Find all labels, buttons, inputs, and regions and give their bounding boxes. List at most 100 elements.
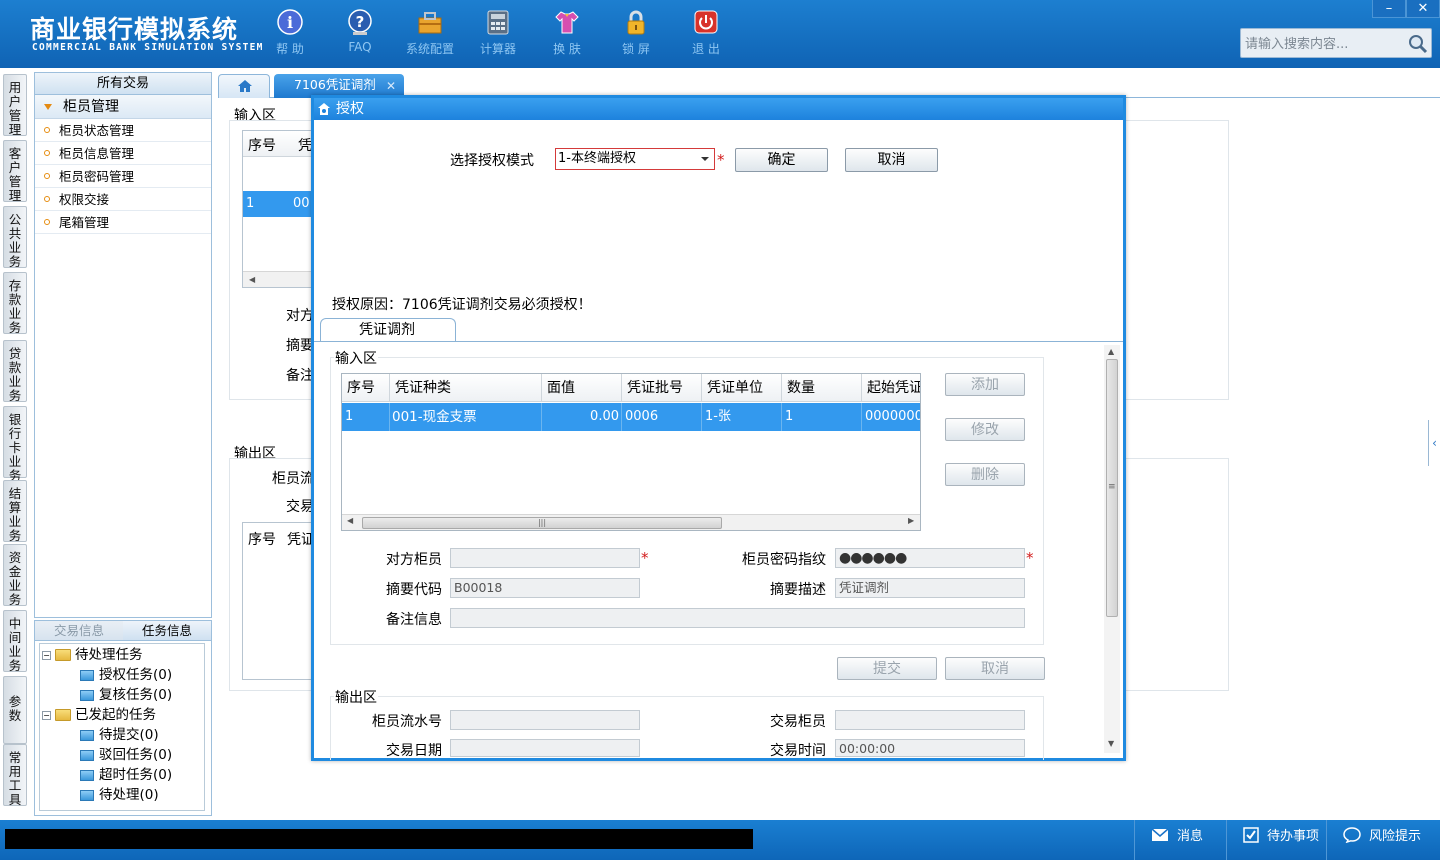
search-input[interactable] (1245, 35, 1405, 53)
serial-no-field[interactable] (450, 710, 640, 730)
grid-col-voucher-type[interactable]: 凭证种类 (390, 374, 542, 402)
collapse-icon[interactable]: − (42, 650, 51, 660)
tab-transaction-info[interactable]: 交易信息 (35, 621, 123, 640)
tree-node-initiated[interactable]: − 已发起的任务 (42, 705, 156, 725)
grid-col-quantity[interactable]: 数量 (782, 374, 862, 402)
bg-grid-col-type: 凭 (298, 138, 312, 154)
power-icon (694, 10, 718, 34)
grid-cell-quantity: 1 (782, 403, 862, 431)
settings-button[interactable]: 系统配置 (400, 8, 460, 60)
sidebar-item-teller-status[interactable]: 柜员状态管理 (35, 119, 211, 142)
info-icon: i (277, 9, 303, 35)
tree-node-auth-tasks[interactable]: 授权任务(0) (80, 665, 172, 685)
auth-mode-label: 选择授权模式 (450, 153, 534, 169)
todo-button[interactable]: 待办事项 (1226, 820, 1326, 860)
tree-node-review-tasks[interactable]: 复核任务(0) (80, 685, 172, 705)
sidebar-item-permission-handover[interactable]: 权限交接 (35, 188, 211, 211)
trade-label: 交易 (286, 499, 314, 515)
vtab-user-mgmt[interactable]: 用户管理 (3, 74, 27, 137)
svg-text:i: i (287, 13, 293, 32)
auth-mode-select[interactable]: 1-本终端授权 (555, 148, 715, 170)
expand-arrow-icon (44, 104, 52, 110)
trade-time-field[interactable]: 00:00:00 (835, 739, 1025, 757)
grid-col-start-voucher[interactable]: 起始凭证 (862, 374, 920, 402)
sidebar-item-label: 柜员信息管理 (59, 146, 135, 161)
scroll-thumb[interactable]: ||| (362, 517, 722, 529)
collapse-icon[interactable]: − (42, 710, 51, 720)
cancel-button[interactable]: 取消 (845, 148, 938, 172)
vtab-deposit[interactable]: 存款业务 (3, 272, 27, 335)
risk-alert-button[interactable]: 风险提示 (1326, 820, 1440, 860)
vtab-intermediate[interactable]: 中间业务 (3, 610, 27, 673)
grid-horizontal-scrollbar[interactable]: ◀ ||| ▶ (342, 514, 920, 530)
vtab-settlement[interactable]: 结算业务 (3, 480, 27, 543)
delete-button[interactable]: 删除 (945, 463, 1025, 486)
tree-node-rejected[interactable]: 驳回任务(0) (80, 745, 172, 765)
cancel-submit-button[interactable]: 取消 (945, 657, 1045, 680)
minimize-button[interactable]: – (1372, 0, 1406, 18)
collapse-right-button[interactable]: ‹ (1428, 420, 1440, 466)
remark-info-field[interactable] (450, 608, 1025, 628)
help-label: 帮 助 (276, 42, 304, 56)
exit-label: 退 出 (692, 42, 720, 56)
trade-teller-field[interactable] (835, 710, 1025, 730)
confirm-button[interactable]: 确定 (735, 148, 828, 172)
vtab-params[interactable]: 参数 (3, 676, 27, 744)
message-button[interactable]: 消息 (1134, 820, 1226, 860)
header-bar: 商业银行模拟系统 COMMERCIAL BANK SIMULATION SYST… (0, 0, 1440, 68)
scroll-right-icon[interactable]: ▶ (908, 516, 914, 525)
close-window-button[interactable]: ✕ (1406, 0, 1440, 18)
tree-node-to-process[interactable]: 待处理(0) (80, 785, 159, 805)
grid-col-face-value[interactable]: 面值 (542, 374, 622, 402)
vtab-bank-card[interactable]: 银行卡业务 (3, 406, 27, 483)
skin-label: 换 肤 (553, 42, 581, 56)
skin-button[interactable]: 换 肤 (537, 8, 597, 60)
tree-node-pending[interactable]: − 待处理任务 (42, 645, 143, 665)
vtab-funds[interactable]: 资金业务 (3, 544, 27, 607)
summary-code-field[interactable]: B00018 (450, 578, 640, 598)
grid-cell-face-value: 0.00 (542, 403, 622, 431)
required-mark: * (1026, 549, 1034, 567)
sidebar-item-tail-box[interactable]: 尾箱管理 (35, 211, 211, 234)
grid-col-batch[interactable]: 凭证批号 (622, 374, 702, 402)
close-tab-icon[interactable]: ✕ (386, 75, 396, 97)
settings-label: 系统配置 (405, 42, 454, 56)
summary-desc-field[interactable]: 凭证调剂 (835, 578, 1025, 598)
grid-col-seq[interactable]: 序号 (342, 374, 390, 402)
add-button[interactable]: 添加 (945, 373, 1025, 396)
vtab-public-business[interactable]: 公共业务 (3, 206, 27, 269)
vtab-tools[interactable]: 常用工具 (3, 744, 27, 807)
tree-node-timeout[interactable]: 超时任务(0) (80, 765, 172, 785)
trade-date-field[interactable] (450, 739, 640, 757)
scroll-down-icon[interactable]: ▼ (1108, 739, 1114, 748)
vtab-loan[interactable]: 贷款业务 (3, 340, 27, 403)
grid-col-unit[interactable]: 凭证单位 (702, 374, 782, 402)
scroll-thumb[interactable]: ≡ (1106, 359, 1118, 617)
calculator-icon (487, 10, 509, 35)
search-icon[interactable] (1407, 33, 1429, 55)
calculator-button[interactable]: 计算器 (468, 8, 528, 60)
sidebar-item-teller-info[interactable]: 柜员信息管理 (35, 142, 211, 165)
tree-node-to-submit[interactable]: 待提交(0) (80, 725, 159, 745)
tab-voucher-adjust[interactable]: 凭证调剂 (320, 318, 456, 342)
help-icon: ? (348, 9, 372, 35)
modify-button[interactable]: 修改 (945, 418, 1025, 441)
transaction-sidebar: 所有交易 柜员管理 柜员状态管理 柜员信息管理 柜员密码管理 权限交接 尾箱管理 (34, 72, 212, 618)
help-button[interactable]: i 帮 助 (260, 8, 320, 60)
scroll-left-icon[interactable]: ◀ (347, 516, 353, 525)
vtab-customer-mgmt[interactable]: 客户管理 (3, 140, 27, 203)
exit-button[interactable]: 退 出 (676, 8, 736, 60)
task-icon (80, 729, 94, 741)
tab-home[interactable] (218, 74, 270, 98)
tab-divider (314, 341, 1123, 342)
scroll-up-icon[interactable]: ▲ (1108, 347, 1114, 356)
teller-password-field[interactable]: ●●●●●● (835, 548, 1025, 568)
submit-button[interactable]: 提交 (837, 657, 937, 680)
sidebar-group-teller-mgmt[interactable]: 柜员管理 (35, 95, 211, 119)
counterpart-teller-field[interactable] (450, 548, 640, 568)
sidebar-item-teller-password[interactable]: 柜员密码管理 (35, 165, 211, 188)
tab-task-info[interactable]: 任务信息 (123, 621, 211, 640)
dialog-vertical-scrollbar[interactable]: ▲ ≡ ▼ (1104, 345, 1120, 753)
lock-button[interactable]: 锁 屏 (606, 8, 666, 60)
faq-button[interactable]: ? FAQ (330, 8, 390, 60)
